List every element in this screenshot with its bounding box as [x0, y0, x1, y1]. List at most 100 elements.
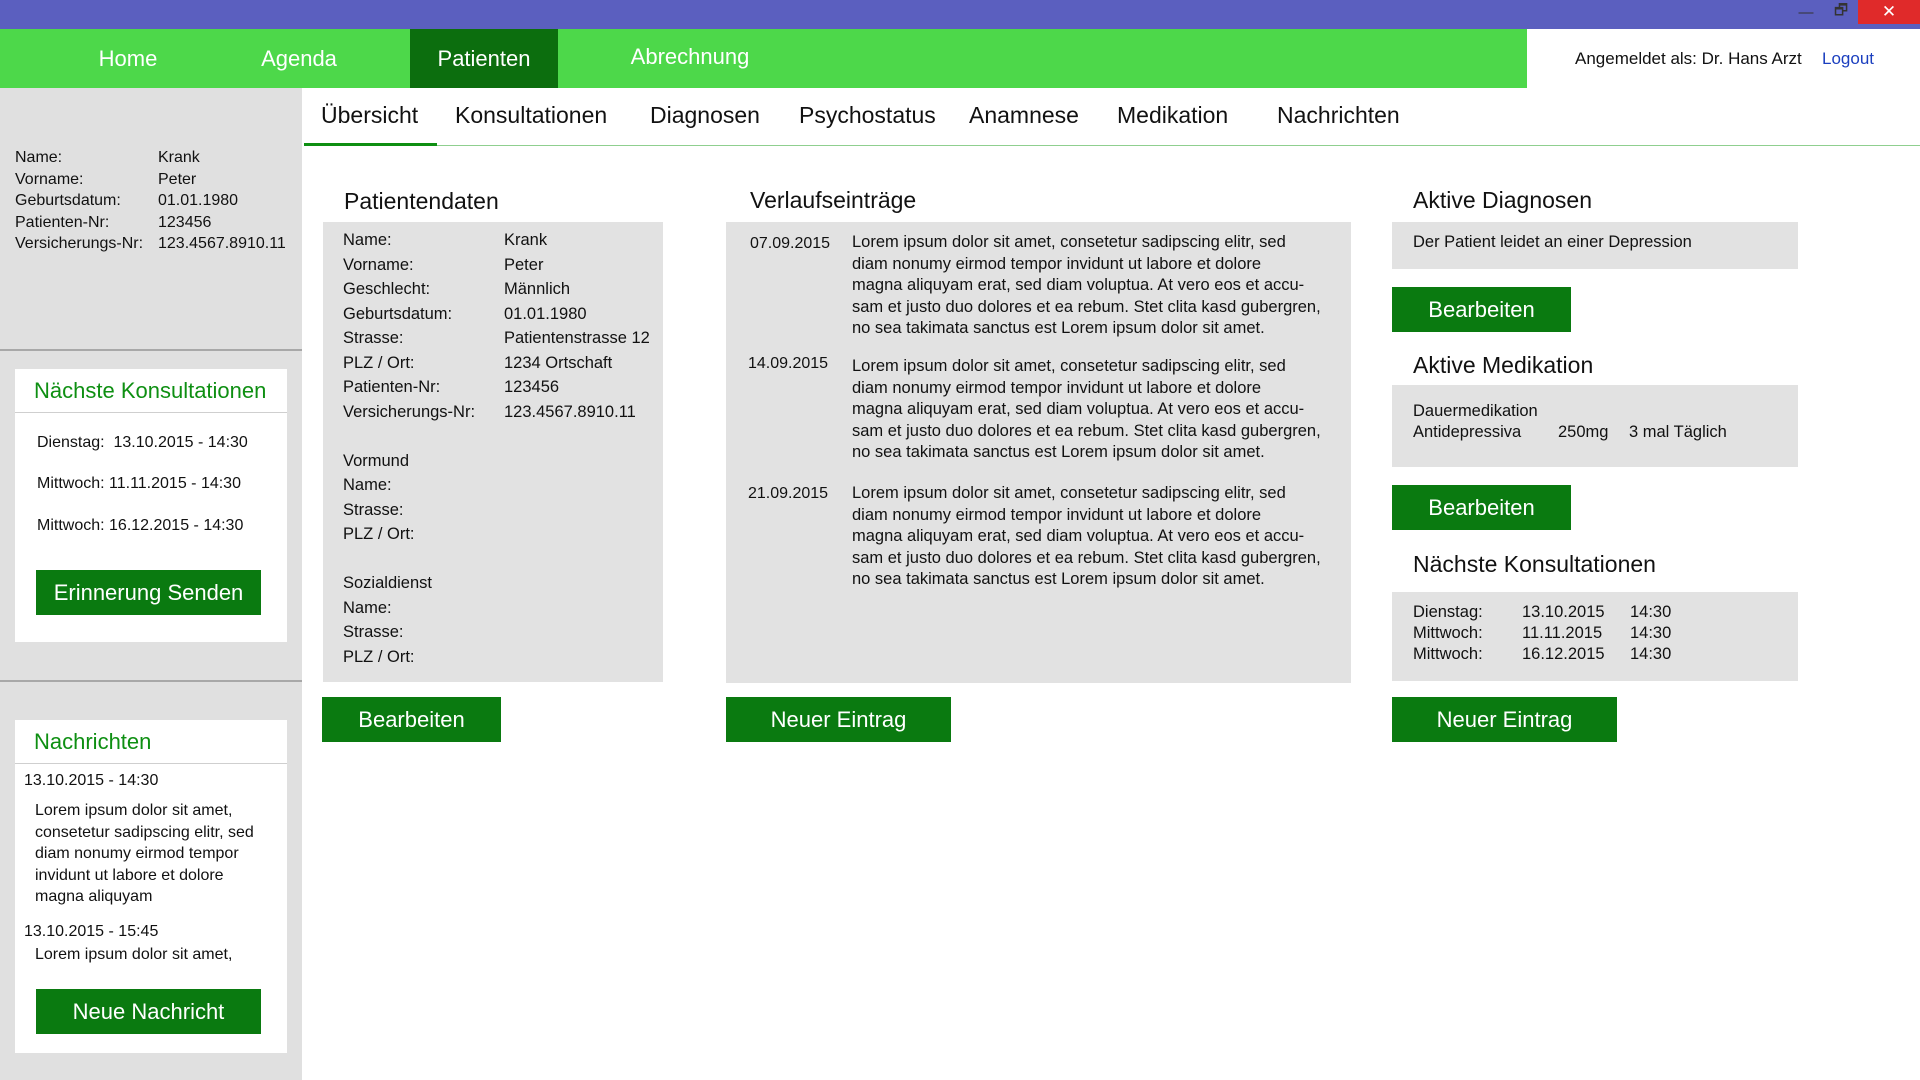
upcoming-consultations-title: Nächste Konsultationen: [1413, 551, 1656, 577]
sidebar-patient-label: Name:: [15, 149, 63, 166]
sidebar-patient-value: 123456: [158, 213, 212, 231]
send-reminder-button[interactable]: Erinnerung Senden: [36, 570, 261, 615]
sidebar-patient-value: Krank: [158, 149, 200, 166]
consultation-date: 13.10.2015: [1522, 603, 1605, 621]
consultation-day: Mittwoch:: [1413, 624, 1483, 642]
medication-panel: Dauermedikation Antidepressiva 250mg 3 m…: [1392, 385, 1798, 467]
nav-abrechnung[interactable]: Abrechnung: [610, 29, 770, 84]
message-date: 13.10.2015 - 14:30: [24, 772, 159, 789]
tab-psychostatus[interactable]: Psychostatus: [799, 102, 936, 129]
consultation-time: 14:30: [1630, 603, 1672, 621]
patientdata-row: Versicherungs-Nr: 123.4567.8910.11: [343, 403, 663, 428]
medication-type: Dauermedikation: [1413, 402, 1538, 420]
social-service-field-label: Strasse:: [343, 623, 404, 641]
history-entry-line: Lorem ipsum dolor sit amet, consetetur s…: [852, 484, 1286, 502]
history-entry-line: sam et justo duo dolores et ea rebum. St…: [852, 548, 1321, 567]
history-entry-line: magna aliquyam erat, sed diam voluptua. …: [852, 276, 1305, 294]
medication-name: Antidepressiva: [1413, 423, 1522, 441]
tab-nachrichten[interactable]: Nachrichten: [1277, 102, 1400, 129]
tab-medikation[interactable]: Medikation: [1117, 102, 1228, 129]
sidebar-patient-value: 123.4567.8910.11: [158, 235, 286, 252]
patientdata-row: Geburtsdatum: 01.01.1980: [343, 305, 663, 330]
consultation-date: 16.12.2015: [1522, 645, 1605, 663]
patientdata-value: 123.4567.8910.11: [504, 402, 636, 421]
patientdata-value: Peter: [504, 255, 544, 274]
new-history-entry-button[interactable]: Neuer Eintrag: [726, 697, 951, 742]
tabs-divider: [304, 145, 1920, 146]
history-entry-line: diam nonumy eirmod tempor invidunt ut la…: [852, 378, 1262, 397]
sidebar-patient-row: Vorname: Peter: [15, 171, 295, 193]
guardian-field-label: PLZ / Ort:: [343, 525, 415, 543]
sidebar-patient-row: Patienten-Nr: 123456: [15, 214, 295, 236]
nav-patienten[interactable]: Patienten: [410, 29, 558, 88]
history-entry-line: sam et justo duo dolores et ea rebum. St…: [852, 297, 1321, 316]
nav-home[interactable]: Home: [68, 29, 188, 88]
history-entry-text: Lorem ipsum dolor sit amet, consetetur s…: [852, 483, 1327, 591]
history-entry-date: 14.09.2015: [748, 355, 829, 372]
tab-anamnese[interactable]: Anamnese: [969, 102, 1079, 129]
messages-title: Nachrichten: [34, 729, 152, 754]
active-tab-indicator: [304, 143, 437, 146]
social-service-field-label: Name:: [343, 598, 392, 617]
patientdata-row: Name: Krank: [343, 231, 663, 256]
card-divider: [15, 412, 287, 413]
sidebar-patient-label: Geburtsdatum:: [15, 192, 121, 209]
sidebar-divider: [0, 349, 302, 351]
sidebar-patient-label: Patienten-Nr:: [15, 213, 110, 231]
guardian-title: Vormund: [343, 451, 410, 470]
logged-in-label: Angemeldet als: Dr. Hans Arzt: [1575, 49, 1802, 68]
consultation-date: 11.11.2015: [1522, 624, 1603, 642]
history-entry-date: 07.09.2015: [750, 235, 831, 252]
upcoming-consultations-panel: Dienstag: 13.10.2015 14:30 Mittwoch: 11.…: [1392, 592, 1798, 681]
patientdata-label: Versicherungs-Nr:: [343, 402, 476, 421]
edit-diagnoses-button[interactable]: Bearbeiten: [1392, 287, 1571, 332]
history-entry-line: no sea takimata sanctus est Lorem ipsum …: [852, 319, 1265, 337]
social-service-title: Sozialdienst: [343, 574, 432, 592]
consultation-day: Dienstag:: [1413, 603, 1483, 621]
edit-medication-button[interactable]: Bearbeiten: [1392, 485, 1571, 530]
consultation-item: Mittwoch: 16.12.2015 - 14:30: [37, 517, 244, 534]
close-window-button[interactable]: ✕: [1858, 0, 1920, 24]
nav-agenda[interactable]: Agenda: [239, 29, 359, 88]
consultation-time: 14:30: [1630, 624, 1672, 642]
patientdata-value: Krank: [504, 231, 548, 249]
tab-konsultationen[interactable]: Konsultationen: [455, 102, 607, 129]
patientdata-value: Patientenstrasse 12: [504, 329, 650, 347]
tab-uebersicht[interactable]: Übersicht: [321, 102, 418, 129]
sidebar-patient-label: Vorname:: [15, 170, 84, 188]
message-text: Lorem ipsum dolor sit amet,: [35, 946, 233, 963]
medication-dose: 250mg: [1558, 423, 1609, 441]
message-text: Lorem ipsum dolor sit amet, consetetur s…: [35, 802, 254, 905]
message-date: 13.10.2015 - 15:45: [24, 923, 159, 940]
sidebar-divider: [0, 680, 302, 682]
sidebar-patient-value: 01.01.1980: [158, 192, 239, 209]
history-entry-text: Lorem ipsum dolor sit amet, consetetur s…: [852, 356, 1327, 464]
new-consultation-button[interactable]: Neuer Eintrag: [1392, 697, 1617, 742]
new-message-button[interactable]: Neue Nachricht: [36, 989, 261, 1034]
next-consultations-title: Nächste Konsultationen: [34, 378, 267, 403]
tab-diagnosen[interactable]: Diagnosen: [650, 102, 760, 129]
patientdata-rows: Name: Krank Vorname: Peter Geschlecht: M…: [343, 231, 663, 672]
history-entry-line: Lorem ipsum dolor sit amet, consetetur s…: [852, 357, 1286, 375]
history-entry-line: diam nonumy eirmod tempor invidunt ut la…: [852, 254, 1262, 273]
next-consultations-card: Nächste Konsultationen Dienstag: 13.10.2…: [15, 369, 287, 642]
patientdata-label: Strasse:: [343, 329, 404, 347]
guardian-field-label: Name:: [343, 476, 392, 494]
social-service-field-label: PLZ / Ort:: [343, 647, 415, 666]
history-entry-line: sam et justo duo dolores et ea rebum. St…: [852, 421, 1321, 440]
history-panel: 07.09.2015 Lorem ipsum dolor sit amet, c…: [726, 222, 1351, 683]
diagnosis-text: Der Patient leidet an einer Depression: [1413, 233, 1692, 251]
history-entry-text: Lorem ipsum dolor sit amet, consetetur s…: [852, 232, 1327, 340]
maximize-button[interactable]: 🗗: [1822, 0, 1860, 24]
patientdata-value: Männlich: [504, 280, 571, 298]
history-title: Verlaufseinträge: [750, 187, 917, 213]
user-area: Angemeldet als: Dr. Hans Arzt Logout: [1527, 29, 1920, 88]
diagnoses-panel: Der Patient leidet an einer Depression: [1392, 222, 1798, 269]
patientdata-value: 01.01.1980: [504, 304, 587, 323]
minimize-button[interactable]: —: [1787, 0, 1825, 24]
medication-title: Aktive Medikation: [1413, 352, 1594, 378]
patientdata-row: Vorname: Peter: [343, 256, 663, 281]
edit-patientdata-button[interactable]: Bearbeiten: [322, 697, 501, 742]
logout-link[interactable]: Logout: [1822, 49, 1874, 69]
patientdata-label: Patienten-Nr:: [343, 378, 441, 396]
